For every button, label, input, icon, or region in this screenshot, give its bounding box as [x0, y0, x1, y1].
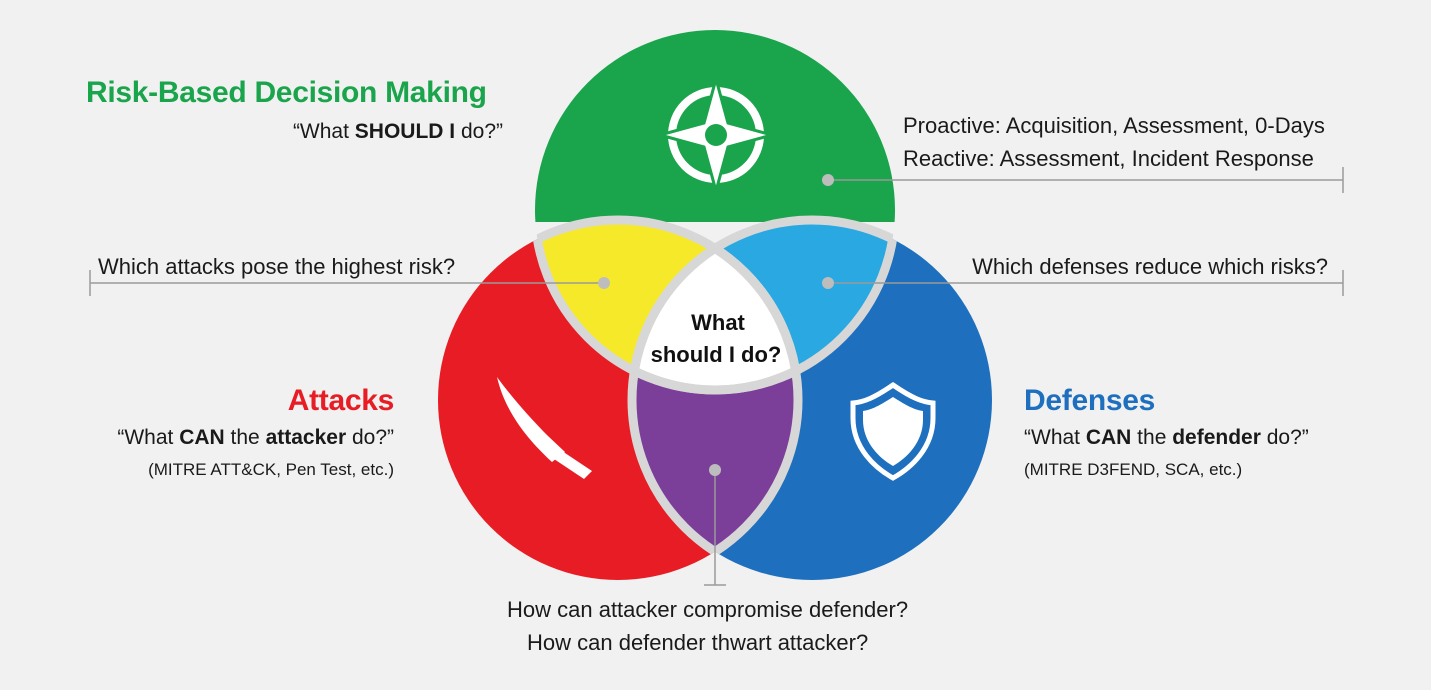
risk-title: Risk-Based Decision Making — [86, 76, 487, 109]
bottom-question-1: How can attacker compromise defender? — [507, 597, 909, 622]
defenses-risk-question: Which defenses reduce which risks? — [972, 254, 1328, 279]
center-line1: What — [691, 310, 745, 335]
attacks-risk-question: Which attacks pose the highest risk? — [98, 254, 456, 279]
risk-quote: “What SHOULD I do?” — [292, 120, 503, 143]
defenses-quote: “What CAN the defender do?” — [1024, 426, 1309, 449]
defenses-title: Defenses — [1024, 384, 1156, 417]
attacks-examples: (MITRE ATT&CK, Pen Test, etc.) — [148, 460, 394, 479]
proactive-text: Proactive: Acquisition, Assessment, 0-Da… — [903, 113, 1325, 138]
venn-diagram: What should I do? Risk-Based Decision Ma… — [0, 0, 1431, 685]
attacks-title: Attacks — [287, 384, 395, 417]
attacks-quote: “What CAN the attacker do?” — [117, 426, 394, 449]
bottom-question-2: How can defender thwart attacker? — [527, 630, 869, 655]
center-line2: should I do? — [651, 342, 782, 367]
defenses-examples: (MITRE D3FEND, SCA, etc.) — [1024, 460, 1243, 479]
reactive-text: Reactive: Assessment, Incident Response — [903, 146, 1314, 171]
